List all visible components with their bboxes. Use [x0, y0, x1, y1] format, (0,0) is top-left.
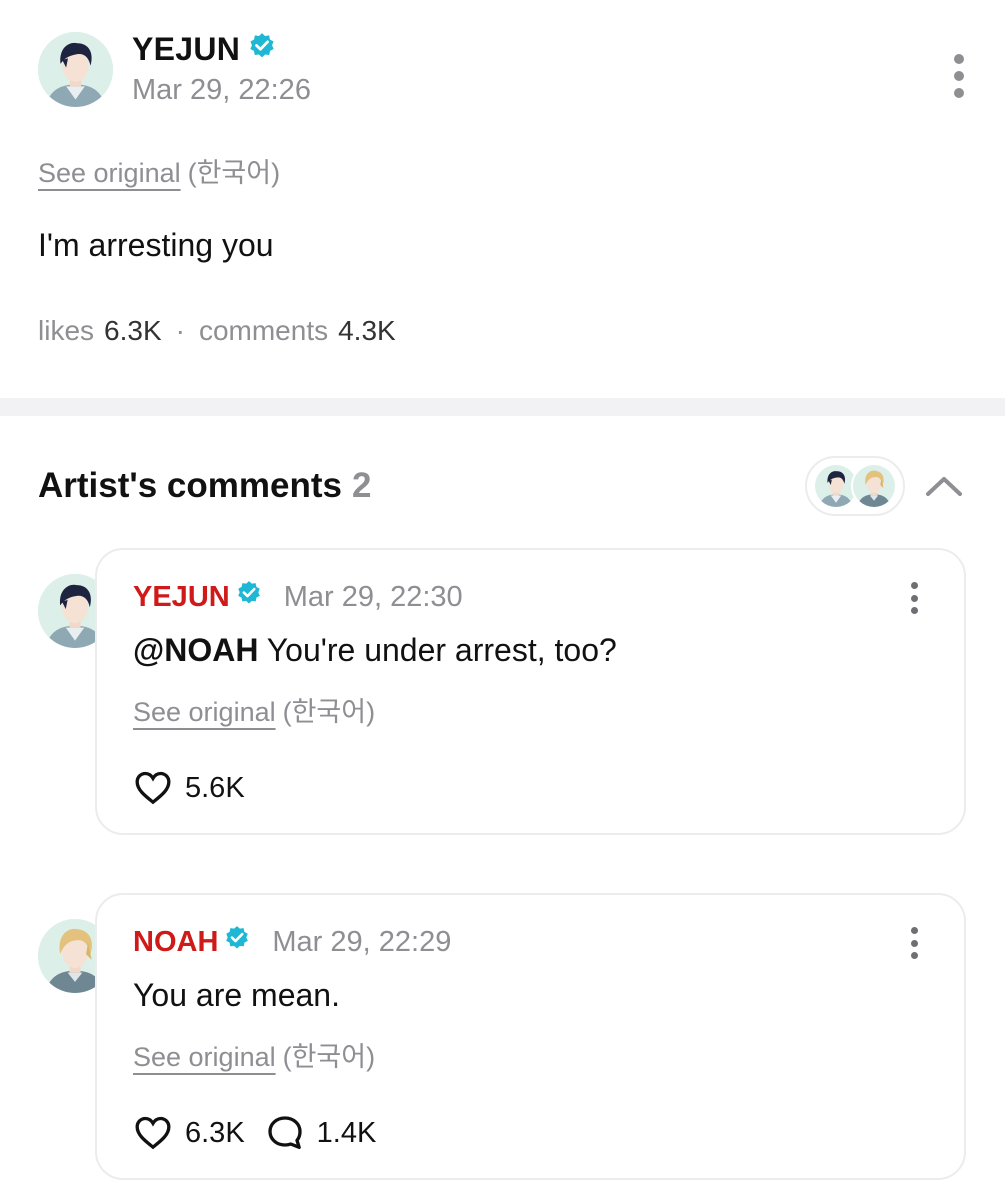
- comment-card: YEJUN Mar 29, 22:30 @NOAH You're under a…: [95, 548, 966, 835]
- see-original-link[interactable]: See original: [133, 1042, 276, 1073]
- comment-body: You're under arrest, too?: [258, 632, 617, 668]
- post-author-name[interactable]: YEJUN: [132, 31, 240, 68]
- comments-count[interactable]: 4.3K: [338, 315, 396, 347]
- like-count: 6.3K: [185, 1116, 245, 1149]
- comments-label[interactable]: comments: [199, 315, 328, 347]
- comment-author[interactable]: YEJUN: [133, 581, 230, 614]
- section-divider: [0, 398, 1005, 416]
- translation-row: See original (한국어): [133, 690, 375, 729]
- verified-badge-icon: [224, 925, 250, 959]
- comment-bubble-icon: [265, 1113, 305, 1153]
- post: YEJUN Mar 29, 22:26 See original (한국어) I…: [0, 0, 1005, 398]
- comment-text: @NOAH You're under arrest, too?: [133, 632, 617, 669]
- stats-separator: ·: [175, 315, 185, 346]
- comment-timestamp: Mar 29, 22:29: [272, 925, 452, 958]
- heart-icon: [133, 1113, 173, 1153]
- avatar[interactable]: [38, 32, 113, 107]
- reply-count: 1.4K: [316, 1116, 377, 1149]
- see-original-link[interactable]: See original: [38, 158, 181, 189]
- see-original-link[interactable]: See original: [133, 697, 276, 728]
- comment-header: NOAH Mar 29, 22:29: [133, 925, 451, 959]
- post-body: I'm arresting you: [38, 227, 274, 263]
- original-language: (한국어): [187, 158, 281, 188]
- more-vertical-icon[interactable]: [910, 927, 918, 959]
- artist-comments-label: Artist's comments: [38, 466, 342, 505]
- mention-link[interactable]: @NOAH: [133, 632, 258, 668]
- like-count: 5.6K: [185, 771, 245, 804]
- page: YEJUN Mar 29, 22:26 See original (한국어) I…: [0, 0, 1005, 1200]
- post-author[interactable]: YEJUN: [132, 31, 276, 68]
- like-button[interactable]: 6.3K: [133, 1113, 245, 1153]
- comment-card: NOAH Mar 29, 22:29 You are mean. See ori…: [95, 893, 966, 1180]
- chevron-up-icon[interactable]: [924, 470, 964, 500]
- comment-header: YEJUN Mar 29, 22:30: [133, 580, 463, 614]
- post-timestamp: Mar 29, 22:26: [132, 74, 311, 106]
- artist-comment: NOAH Mar 29, 22:29 You are mean. See ori…: [38, 893, 968, 1183]
- heart-icon: [133, 768, 173, 808]
- artist-comments-count: 2: [351, 466, 372, 505]
- more-vertical-icon[interactable]: [949, 54, 969, 98]
- verified-badge-icon: [248, 31, 276, 68]
- comment-actions: 6.3K 1.4K: [133, 1113, 376, 1153]
- avatar: [851, 463, 897, 509]
- comment-actions: 5.6K: [133, 768, 245, 808]
- original-language: (한국어): [282, 1042, 376, 1072]
- translation-row: See original (한국어): [133, 1035, 375, 1074]
- translation-row: See original (한국어): [38, 151, 280, 190]
- original-language: (한국어): [282, 697, 376, 727]
- more-vertical-icon[interactable]: [910, 582, 918, 614]
- artist-comments-title: Artist's comments 2: [38, 466, 371, 506]
- post-stats: likes 6.3K · comments 4.3K: [38, 315, 396, 347]
- likes-label: likes: [38, 315, 95, 346]
- verified-badge-icon: [236, 580, 262, 614]
- artist-comment: YEJUN Mar 29, 22:30 @NOAH You're under a…: [38, 548, 968, 838]
- reply-button[interactable]: 1.4K: [265, 1113, 377, 1153]
- like-button[interactable]: 5.6K: [133, 768, 245, 808]
- comment-body: You are mean.: [133, 977, 340, 1013]
- artist-avatar-stack[interactable]: [805, 456, 905, 516]
- comment-timestamp: Mar 29, 22:30: [283, 580, 463, 613]
- comment-author[interactable]: NOAH: [133, 926, 218, 959]
- likes-count: 6.3K: [104, 315, 162, 346]
